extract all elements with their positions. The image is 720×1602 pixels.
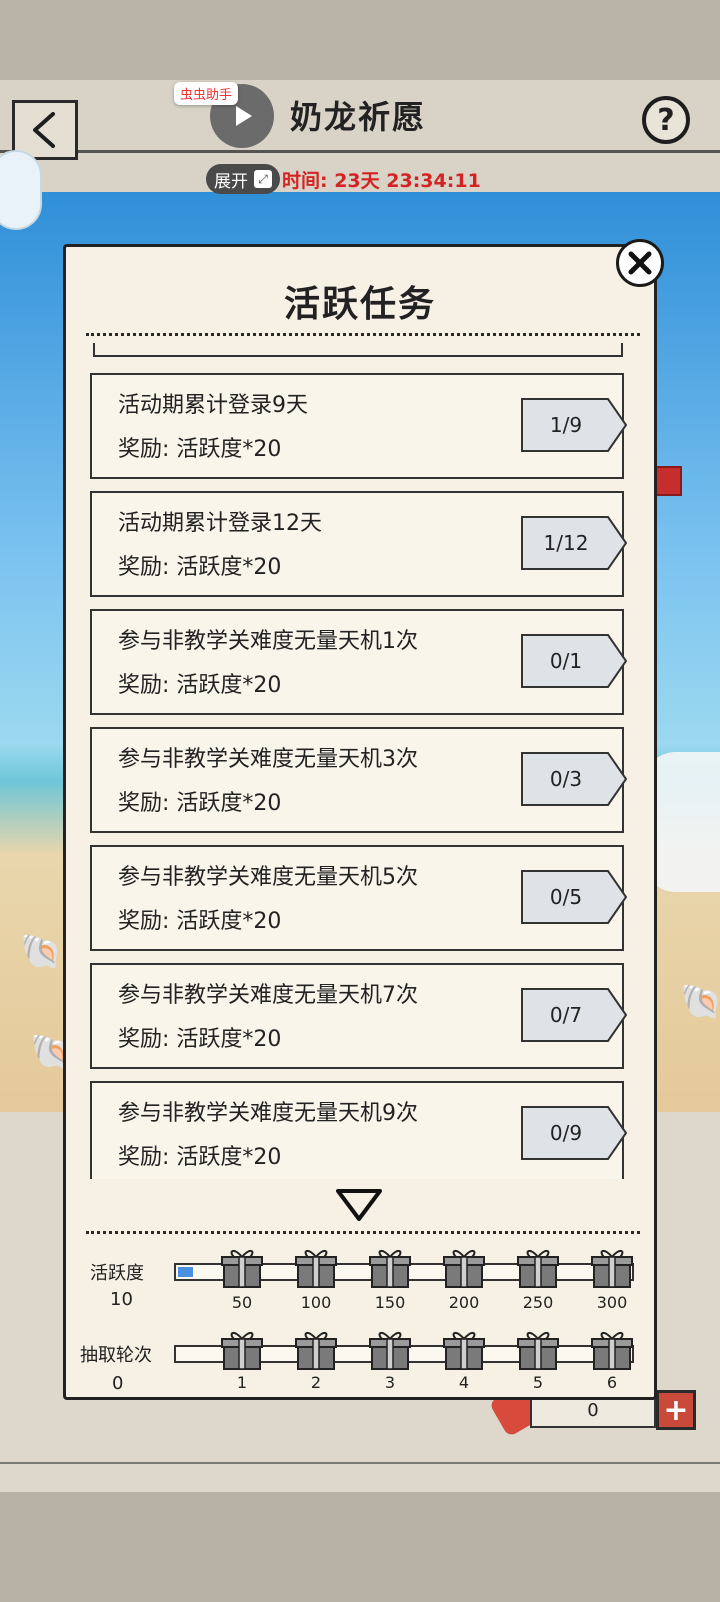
task-progress: 0/1 — [549, 649, 583, 673]
dotted-divider — [86, 333, 640, 336]
task-reward: 奖励: 活跃度*20 — [118, 673, 282, 698]
gift-box-icon[interactable] — [442, 1247, 486, 1291]
activity-milestone-label: 200 — [448, 1293, 480, 1312]
draws-value: 0 — [112, 1373, 124, 1394]
task-progress: 0/5 — [549, 885, 583, 909]
gift-box-icon[interactable] — [368, 1247, 412, 1291]
expand-label: 展开 — [214, 171, 248, 192]
task-progress: 1/12 — [543, 531, 589, 555]
gift-box-icon[interactable] — [442, 1329, 486, 1373]
activity-label: 活跃度 — [90, 1263, 144, 1284]
list-edge — [93, 343, 623, 357]
task-item: 参与非教学关难度无量天机3次 奖励: 活跃度*20 0/3 — [90, 727, 628, 833]
draws-milestone-label: 5 — [532, 1373, 544, 1392]
add-ticket-button[interactable]: + — [656, 1390, 696, 1430]
task-item: 参与非教学关难度无量天机1次 奖励: 活跃度*20 0/1 — [90, 609, 628, 715]
task-progress: 1/9 — [549, 413, 583, 437]
expand-button[interactable]: 展开 ⤢ — [206, 164, 280, 194]
scroll-down-icon[interactable] — [334, 1187, 384, 1223]
task-name: 活动期累计登录12天 — [118, 511, 322, 536]
close-button[interactable] — [616, 239, 664, 287]
task-progress-tag[interactable]: 0/9 — [520, 1105, 628, 1161]
task-name: 参与非教学关难度无量天机9次 — [118, 1101, 418, 1126]
dotted-divider — [86, 1231, 640, 1234]
activity-value: 10 — [110, 1289, 133, 1310]
assistant-badge[interactable]: 虫虫助手 — [174, 82, 239, 105]
shell-icon: 🐚 — [20, 932, 63, 972]
modal-title: 活跃任务 — [283, 284, 436, 325]
draws-milestone-label: 3 — [384, 1373, 396, 1392]
gift-box-icon[interactable] — [590, 1329, 634, 1373]
status-area — [0, 0, 720, 80]
draws-milestone-label: 2 — [310, 1373, 322, 1392]
header-divider — [0, 150, 720, 153]
gift-box-icon[interactable] — [516, 1329, 560, 1373]
task-progress-tag[interactable]: 1/12 — [520, 515, 628, 571]
activity-milestone-label: 50 — [231, 1293, 253, 1312]
task-progress: 0/9 — [549, 1121, 583, 1145]
draws-milestone-label: 4 — [458, 1373, 470, 1392]
activity-milestone-label: 150 — [374, 1293, 406, 1312]
task-item: 参与非教学关难度无量天机9次 奖励: 活跃度*20 0/9 — [90, 1081, 628, 1179]
gift-box-icon[interactable] — [368, 1329, 412, 1373]
task-progress-tag[interactable]: 0/3 — [520, 751, 628, 807]
task-progress-tag[interactable]: 1/9 — [520, 397, 628, 453]
task-name: 参与非教学关难度无量天机7次 — [118, 983, 418, 1008]
close-icon — [628, 251, 652, 275]
active-tasks-modal: 活跃任务 活动期累计登录9天 奖励: 活跃度*20 1/9 活动期累计登录12天… — [63, 239, 664, 1400]
task-reward: 奖励: 活跃度*20 — [118, 1027, 282, 1052]
question-mark-icon: ? — [657, 102, 675, 138]
task-reward: 奖励: 活跃度*20 — [118, 791, 282, 816]
expand-icon: ⤢ — [254, 170, 272, 188]
gift-box-icon[interactable] — [294, 1329, 338, 1373]
task-reward: 奖励: 活跃度*20 — [118, 437, 282, 462]
task-name: 参与非教学关难度无量天机1次 — [118, 629, 418, 654]
activity-milestone-label: 300 — [596, 1293, 628, 1312]
task-name: 参与非教学关难度无量天机5次 — [118, 865, 418, 890]
gift-box-icon[interactable] — [294, 1247, 338, 1291]
lower-divider — [0, 1462, 720, 1464]
app-shortcut-icon[interactable] — [0, 150, 42, 230]
back-arrow-icon — [33, 112, 55, 148]
gift-box-icon[interactable] — [220, 1329, 264, 1373]
activity-milestone-label: 250 — [522, 1293, 554, 1312]
gift-box-icon[interactable] — [516, 1247, 560, 1291]
gift-box-icon[interactable] — [220, 1247, 264, 1291]
task-reward: 奖励: 活跃度*20 — [118, 555, 282, 580]
task-item: 活动期累计登录9天 奖励: 活跃度*20 1/9 — [90, 373, 628, 479]
draws-milestone-label: 1 — [236, 1373, 248, 1392]
task-reward: 奖励: 活跃度*20 — [118, 1145, 282, 1170]
task-progress: 0/7 — [549, 1003, 583, 1027]
task-reward: 奖励: 活跃度*20 — [118, 909, 282, 934]
task-item: 参与非教学关难度无量天机7次 奖励: 活跃度*20 0/7 — [90, 963, 628, 1069]
activity-progress-fill — [178, 1267, 193, 1277]
play-icon — [236, 106, 252, 126]
task-progress-tag[interactable]: 0/1 — [520, 633, 628, 689]
task-name: 活动期累计登录9天 — [118, 393, 308, 418]
event-timer: 时间: 23天 23:34:11 — [282, 170, 481, 192]
task-item: 参与非教学关难度无量天机5次 奖励: 活跃度*20 0/5 — [90, 845, 628, 951]
draws-milestone-label: 6 — [606, 1373, 618, 1392]
task-progress-tag[interactable]: 0/7 — [520, 987, 628, 1043]
activity-milestone-label: 100 — [300, 1293, 332, 1312]
task-name: 参与非教学关难度无量天机3次 — [118, 747, 418, 772]
draws-label: 抽取轮次 — [80, 1345, 152, 1366]
task-progress-tag[interactable]: 0/5 — [520, 869, 628, 925]
task-progress: 0/3 — [549, 767, 583, 791]
page-title: 奶龙祈愿 — [290, 98, 427, 136]
shell-icon: 🐚 — [680, 982, 720, 1022]
help-button[interactable]: ? — [642, 96, 690, 144]
gift-box-icon[interactable] — [590, 1247, 634, 1291]
task-item: 活动期累计登录12天 奖励: 活跃度*20 1/12 — [90, 491, 628, 597]
